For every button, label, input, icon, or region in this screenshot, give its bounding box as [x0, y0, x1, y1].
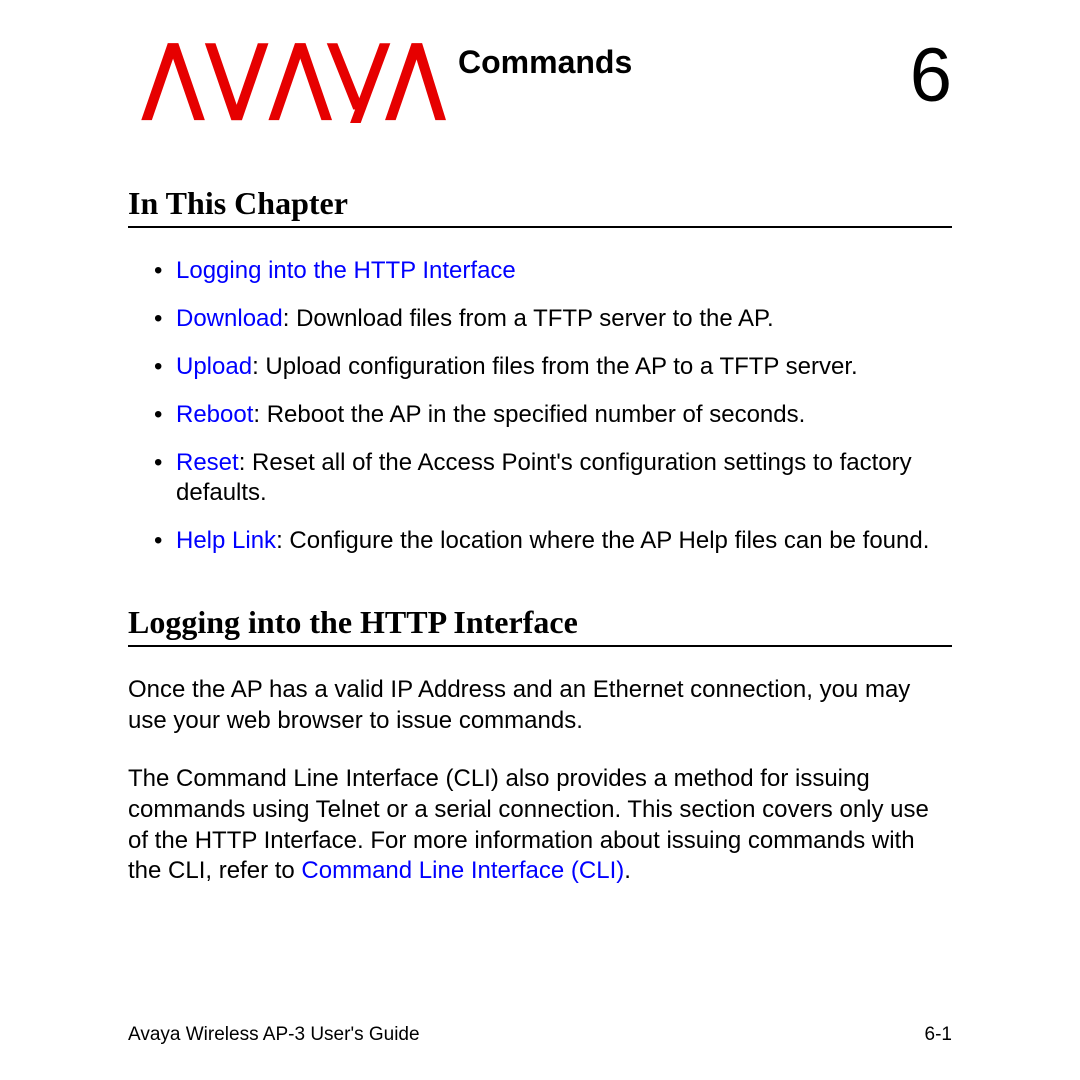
- link-cli[interactable]: Command Line Interface (CLI): [301, 857, 624, 884]
- list-item: Reboot: Reboot the AP in the specified n…: [154, 400, 952, 430]
- footer-page-number: 6-1: [925, 1024, 952, 1046]
- list-item-text: : Reboot the AP in the specified number …: [253, 401, 805, 428]
- list-item: Download: Download files from a TFTP ser…: [154, 304, 952, 334]
- page-footer: Avaya Wireless AP-3 User's Guide 6-1: [128, 1024, 952, 1046]
- link-logging[interactable]: Logging into the HTTP Interface: [176, 257, 516, 284]
- list-item-text: : Download files from a TFTP server to t…: [283, 305, 774, 332]
- logo-and-title: Commands: [128, 38, 632, 123]
- chapter-header: Commands 6: [128, 38, 952, 123]
- list-item-text: : Upload configuration files from the AP…: [252, 353, 858, 380]
- list-item-text: : Configure the location where the AP He…: [276, 527, 929, 554]
- chapter-contents-list: Logging into the HTTP Interface Download…: [128, 256, 952, 556]
- section-heading-in-this-chapter: In This Chapter: [128, 185, 952, 228]
- link-reset[interactable]: Reset: [176, 449, 239, 476]
- paragraph-text: .: [624, 857, 631, 884]
- chapter-number: 6: [910, 38, 952, 114]
- link-help-link[interactable]: Help Link: [176, 527, 276, 554]
- chapter-title: Commands: [458, 44, 632, 81]
- footer-title: Avaya Wireless AP-3 User's Guide: [128, 1024, 420, 1046]
- list-item-text: : Reset all of the Access Point's config…: [176, 449, 912, 506]
- paragraph: Once the AP has a valid IP Address and a…: [128, 675, 952, 736]
- list-item: Upload: Upload configuration files from …: [154, 352, 952, 382]
- list-item: Logging into the HTTP Interface: [154, 256, 952, 286]
- link-reboot[interactable]: Reboot: [176, 401, 253, 428]
- document-page: Commands 6 In This Chapter Logging into …: [0, 0, 1080, 887]
- list-item: Help Link: Configure the location where …: [154, 526, 952, 556]
- paragraph: The Command Line Interface (CLI) also pr…: [128, 764, 952, 887]
- avaya-logo: [128, 38, 446, 123]
- link-download[interactable]: Download: [176, 305, 283, 332]
- link-upload[interactable]: Upload: [176, 353, 252, 380]
- list-item: Reset: Reset all of the Access Point's c…: [154, 448, 952, 508]
- section-heading-logging: Logging into the HTTP Interface: [128, 604, 952, 647]
